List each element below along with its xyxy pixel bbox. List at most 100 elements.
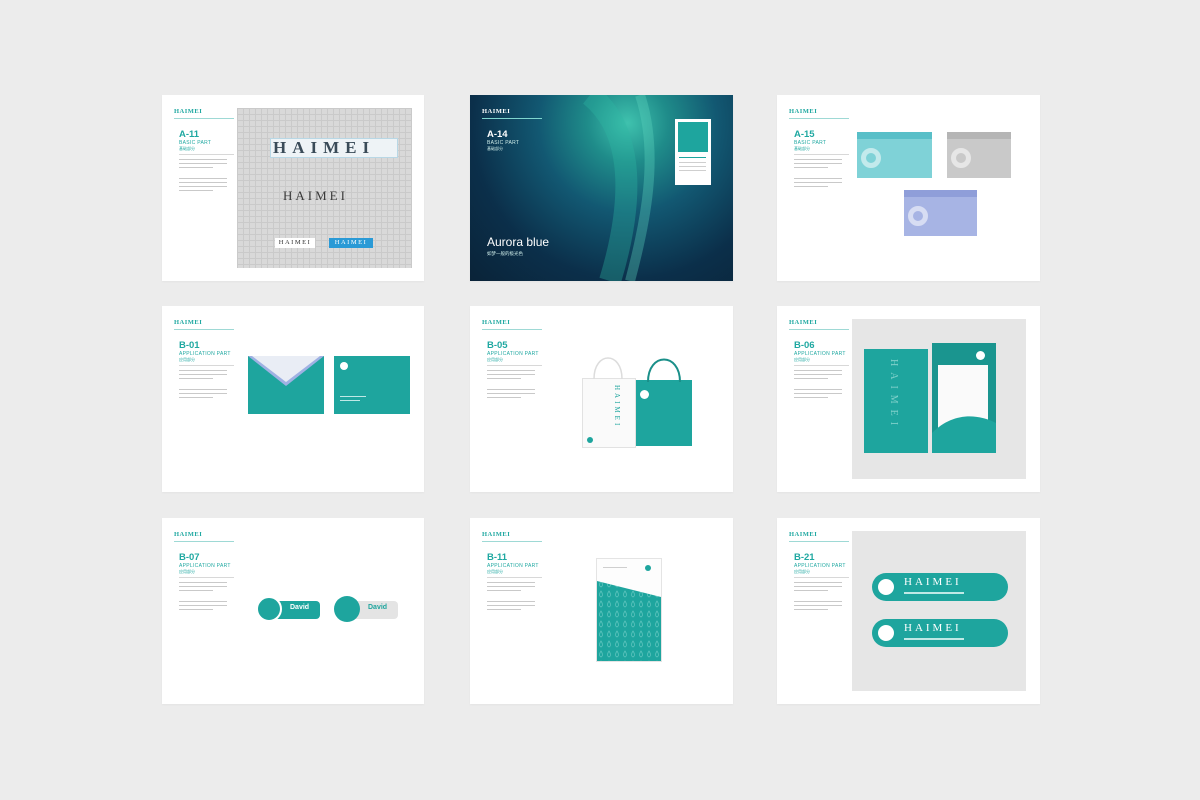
envelope-logo-icon [340,362,348,370]
divider [482,329,542,330]
body-text-lines [794,159,842,190]
page-card-b01: HAIMEI B-01 APPLICATION PART 应用部分 [162,306,424,492]
name-badge-teal: David [256,596,320,622]
headline: Aurora blue [487,235,550,249]
folder-logo-icon [976,351,985,360]
page-part-zh: 应用部分 [487,357,503,362]
brand-logo: HAIMEI [174,108,203,115]
envelope-closed [334,356,410,414]
divider [487,365,542,366]
folder-inside [932,343,996,453]
page-part-zh: 基础部分 [487,146,503,151]
page-code: B-05 [487,340,508,351]
mockup-photo: HAIMEI HAIMEI [852,531,1026,691]
page-card-a11: HAIMEI A-11 BASIC PART 基础部分 HAIMEI HAIME… [162,95,424,281]
page-card-b05: HAIMEI B-05 APPLICATION PART 应用部分 HAIMEI [470,306,733,492]
page-part-zh: 应用部分 [179,569,195,574]
brand-logo: HAIMEI [789,531,818,538]
brand-logo: HAIMEI [482,319,511,326]
tape-wordmark: HAIMEI [904,622,962,634]
page-code: A-11 [179,129,200,140]
divider [179,154,234,155]
brand-logo: HAIMEI [174,319,203,326]
divider [789,118,849,119]
body-text-lines [487,582,535,613]
badge-logo-icon [256,596,282,622]
page-part-zh: 应用部分 [794,357,810,362]
page-code: B-01 [179,340,200,351]
divider [179,365,234,366]
divider [174,329,234,330]
page-code: A-15 [794,129,815,140]
divider [789,541,849,542]
tape-roll-top: HAIMEI [872,573,1008,601]
document-envelope [596,558,662,662]
color-card-purple [904,190,977,236]
page-card-b07: HAIMEI B-07 APPLICATION PART 应用部分 David … [162,518,424,704]
page-code: B-21 [794,552,815,563]
body-text-lines [179,370,227,401]
page-code: B-07 [179,552,200,563]
bag-logo-icon [640,390,649,399]
folder-pocket [932,416,996,453]
page-part-zh: 基础部分 [794,146,810,151]
logo-small-light: HAIMEI [275,238,315,248]
color-card-grey [947,132,1011,178]
tote-handle [593,357,623,380]
brand-logo: HAIMEI [482,531,511,538]
divider [482,118,542,119]
bag-logo-icon [587,437,593,443]
divider [794,577,849,578]
logo-grid-panel: HAIMEI HAIMEI HAIMEI HAIMEI [237,108,412,268]
page-card-b06: HAIMEI B-06 APPLICATION PART 应用部分 HAIMEI [777,306,1040,492]
divider [487,577,542,578]
page-code: B-06 [794,340,815,351]
folder-wordmark: HAIMEI [888,359,899,432]
page-code: A-14 [487,129,508,140]
divider [794,154,849,155]
headline-sub: 如梦一般的极光色 [487,251,523,256]
color-card-teal [857,132,932,178]
tape-logo-icon [878,625,894,641]
body-text-lines [794,370,842,401]
page-card-a15: HAIMEI A-15 BASIC PART 基础部分 [777,95,1040,281]
swatch-info [679,157,706,174]
badge-name: David [290,604,310,611]
divider [179,577,234,578]
body-text-lines [179,159,227,194]
tape-wordmark: HAIMEI [904,576,962,588]
color-swatch [678,122,708,152]
mockup-photo: HAIMEI [852,319,1026,479]
logo-outline: HAIMEI [273,138,376,157]
divider [482,541,542,542]
envelope-open [248,356,324,414]
divider [174,541,234,542]
tape-logo-icon [878,579,894,595]
bag-wordmark: HAIMEI [613,385,621,429]
page-part-zh: 应用部分 [179,357,195,362]
folder-cover: HAIMEI [864,349,928,453]
page-code: B-11 [487,552,508,563]
body-text-lines [179,582,227,613]
page-part-zh: 基础部分 [179,146,195,151]
name-badge-grey: David [334,596,398,622]
color-swatch-card [675,119,711,185]
badge-name: David [368,604,388,611]
brand-logo: HAIMEI [482,108,511,115]
logo-small-blue: HAIMEI [329,238,373,248]
body-text-lines [487,370,535,401]
brand-logo: HAIMEI [789,108,818,115]
tote-bag-white: HAIMEI [582,378,636,448]
page-part-zh: 应用部分 [487,569,503,574]
badge-logo-icon [334,596,360,622]
body-text-lines [794,582,842,613]
tote-handle [647,358,681,382]
page-card-a14: HAIMEI A-14 BASIC PART 基础部分 Aurora blue … [470,95,733,281]
brand-logo: HAIMEI [789,319,818,326]
page-card-b21: HAIMEI B-21 APPLICATION PART 应用部分 HAIMEI… [777,518,1040,704]
divider [794,365,849,366]
tape-roll-bottom: HAIMEI [872,619,1008,647]
divider [789,329,849,330]
divider [174,118,234,119]
pattern-panel [597,581,661,661]
